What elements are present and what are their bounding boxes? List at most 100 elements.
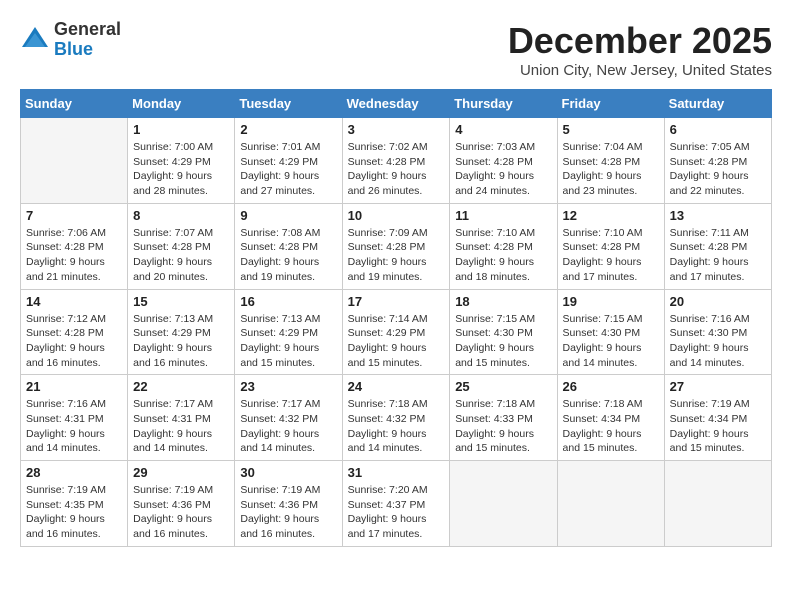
day-info: Sunrise: 7:17 AMSunset: 4:31 PMDaylight:… (133, 397, 229, 456)
calendar-cell: 24Sunrise: 7:18 AMSunset: 4:32 PMDayligh… (342, 375, 450, 461)
day-info: Sunrise: 7:13 AMSunset: 4:29 PMDaylight:… (240, 312, 336, 371)
logo-icon (20, 25, 50, 55)
week-row-2: 7 Sunrise: 7:06 AMSunset: 4:28 PMDaylight… (21, 203, 772, 289)
day-number: 21 (26, 379, 122, 394)
day-number: 12 (563, 208, 659, 223)
day-info: Sunrise: 7:16 AMSunset: 4:30 PMDaylight:… (670, 312, 766, 371)
day-number: 3 (348, 122, 445, 137)
calendar-cell: 5 Sunrise: 7:04 AMSunset: 4:28 PMDaylight… (557, 118, 664, 204)
calendar-cell: 31Sunrise: 7:20 AMSunset: 4:37 PMDayligh… (342, 461, 450, 547)
logo-text: General Blue (54, 20, 121, 60)
calendar-cell (557, 461, 664, 547)
day-number: 7 (26, 208, 122, 223)
day-number: 17 (348, 294, 445, 309)
calendar-cell (450, 461, 557, 547)
day-number: 19 (563, 294, 659, 309)
header-sunday: Sunday (21, 90, 128, 118)
day-number: 28 (26, 465, 122, 480)
calendar-cell: 23 Sunrise: 7:17 AMSunset: 4:32 PMDayligh… (235, 375, 342, 461)
day-number: 29 (133, 465, 229, 480)
day-info: Sunrise: 7:05 AMSunset: 4:28 PMDaylight:… (670, 140, 766, 199)
day-info: Sunrise: 7:19 AMSunset: 4:36 PMDaylight:… (240, 483, 336, 542)
day-number: 1 (133, 122, 229, 137)
day-number: 22 (133, 379, 229, 394)
calendar-cell: 6 Sunrise: 7:05 AMSunset: 4:28 PMDaylight… (664, 118, 771, 204)
calendar-cell: 11 Sunrise: 7:10 AMSunset: 4:28 PMDayligh… (450, 203, 557, 289)
day-info: Sunrise: 7:11 AMSunset: 4:28 PMDaylight:… (670, 226, 766, 285)
calendar-cell: 8 Sunrise: 7:07 AMSunset: 4:28 PMDaylight… (128, 203, 235, 289)
day-number: 23 (240, 379, 336, 394)
day-info: Sunrise: 7:06 AMSunset: 4:28 PMDaylight:… (26, 226, 122, 285)
week-row-5: 28Sunrise: 7:19 AMSunset: 4:35 PMDayligh… (21, 461, 772, 547)
calendar-cell: 9 Sunrise: 7:08 AMSunset: 4:28 PMDaylight… (235, 203, 342, 289)
calendar-table: Sunday Monday Tuesday Wednesday Thursday… (20, 89, 772, 547)
logo-blue: Blue (54, 40, 121, 60)
calendar-cell: 27Sunrise: 7:19 AMSunset: 4:34 PMDayligh… (664, 375, 771, 461)
day-number: 6 (670, 122, 766, 137)
day-number: 20 (670, 294, 766, 309)
calendar-cell: 30 Sunrise: 7:19 AMSunset: 4:36 PMDayligh… (235, 461, 342, 547)
calendar-cell: 1Sunrise: 7:00 AMSunset: 4:29 PMDaylight… (128, 118, 235, 204)
day-info: Sunrise: 7:18 AMSunset: 4:33 PMDaylight:… (455, 397, 551, 456)
calendar-cell: 25 Sunrise: 7:18 AMSunset: 4:33 PMDayligh… (450, 375, 557, 461)
calendar-cell: 26 Sunrise: 7:18 AMSunset: 4:34 PMDayligh… (557, 375, 664, 461)
calendar-cell: 20 Sunrise: 7:16 AMSunset: 4:30 PMDayligh… (664, 289, 771, 375)
day-info: Sunrise: 7:15 AMSunset: 4:30 PMDaylight:… (455, 312, 551, 371)
week-row-4: 21Sunrise: 7:16 AMSunset: 4:31 PMDayligh… (21, 375, 772, 461)
day-info: Sunrise: 7:14 AMSunset: 4:29 PMDaylight:… (348, 312, 445, 371)
calendar-cell: 14 Sunrise: 7:12 AMSunset: 4:28 PMDayligh… (21, 289, 128, 375)
title-block: December 2025 Union City, New Jersey, Un… (508, 20, 772, 79)
calendar-cell: 4Sunrise: 7:03 AMSunset: 4:28 PMDaylight… (450, 118, 557, 204)
day-info: Sunrise: 7:01 AMSunset: 4:29 PMDaylight:… (240, 140, 336, 199)
day-number: 26 (563, 379, 659, 394)
location: Union City, New Jersey, United States (508, 62, 772, 79)
calendar-cell: 16 Sunrise: 7:13 AMSunset: 4:29 PMDayligh… (235, 289, 342, 375)
day-number: 8 (133, 208, 229, 223)
logo-general: General (54, 20, 121, 40)
calendar-cell: 29 Sunrise: 7:19 AMSunset: 4:36 PMDayligh… (128, 461, 235, 547)
calendar-cell: 28Sunrise: 7:19 AMSunset: 4:35 PMDayligh… (21, 461, 128, 547)
day-number: 30 (240, 465, 336, 480)
day-info: Sunrise: 7:20 AMSunset: 4:37 PMDaylight:… (348, 483, 445, 542)
calendar-cell: 22 Sunrise: 7:17 AMSunset: 4:31 PMDayligh… (128, 375, 235, 461)
day-info: Sunrise: 7:08 AMSunset: 4:28 PMDaylight:… (240, 226, 336, 285)
day-info: Sunrise: 7:04 AMSunset: 4:28 PMDaylight:… (563, 140, 659, 199)
calendar-cell: 7 Sunrise: 7:06 AMSunset: 4:28 PMDaylight… (21, 203, 128, 289)
day-number: 14 (26, 294, 122, 309)
day-info: Sunrise: 7:18 AMSunset: 4:34 PMDaylight:… (563, 397, 659, 456)
header-wednesday: Wednesday (342, 90, 450, 118)
day-number: 27 (670, 379, 766, 394)
day-number: 11 (455, 208, 551, 223)
day-number: 16 (240, 294, 336, 309)
day-info: Sunrise: 7:10 AMSunset: 4:28 PMDaylight:… (563, 226, 659, 285)
week-row-1: 1Sunrise: 7:00 AMSunset: 4:29 PMDaylight… (21, 118, 772, 204)
day-info: Sunrise: 7:19 AMSunset: 4:36 PMDaylight:… (133, 483, 229, 542)
day-info: Sunrise: 7:17 AMSunset: 4:32 PMDaylight:… (240, 397, 336, 456)
day-number: 5 (563, 122, 659, 137)
day-info: Sunrise: 7:10 AMSunset: 4:28 PMDaylight:… (455, 226, 551, 285)
header-friday: Friday (557, 90, 664, 118)
day-number: 9 (240, 208, 336, 223)
month-title: December 2025 (508, 20, 772, 62)
header-saturday: Saturday (664, 90, 771, 118)
calendar-cell: 21Sunrise: 7:16 AMSunset: 4:31 PMDayligh… (21, 375, 128, 461)
day-info: Sunrise: 7:09 AMSunset: 4:28 PMDaylight:… (348, 226, 445, 285)
header-monday: Monday (128, 90, 235, 118)
header-tuesday: Tuesday (235, 90, 342, 118)
logo: General Blue (20, 20, 121, 60)
calendar-cell: 15Sunrise: 7:13 AMSunset: 4:29 PMDayligh… (128, 289, 235, 375)
day-number: 18 (455, 294, 551, 309)
day-info: Sunrise: 7:03 AMSunset: 4:28 PMDaylight:… (455, 140, 551, 199)
calendar-cell (664, 461, 771, 547)
day-number: 13 (670, 208, 766, 223)
calendar-cell: 2Sunrise: 7:01 AMSunset: 4:29 PMDaylight… (235, 118, 342, 204)
day-info: Sunrise: 7:12 AMSunset: 4:28 PMDaylight:… (26, 312, 122, 371)
day-info: Sunrise: 7:07 AMSunset: 4:28 PMDaylight:… (133, 226, 229, 285)
day-info: Sunrise: 7:15 AMSunset: 4:30 PMDaylight:… (563, 312, 659, 371)
day-number: 25 (455, 379, 551, 394)
calendar-body: 1Sunrise: 7:00 AMSunset: 4:29 PMDaylight… (21, 118, 772, 547)
day-info: Sunrise: 7:02 AMSunset: 4:28 PMDaylight:… (348, 140, 445, 199)
header-row: Sunday Monday Tuesday Wednesday Thursday… (21, 90, 772, 118)
day-number: 10 (348, 208, 445, 223)
calendar-cell: 18 Sunrise: 7:15 AMSunset: 4:30 PMDayligh… (450, 289, 557, 375)
